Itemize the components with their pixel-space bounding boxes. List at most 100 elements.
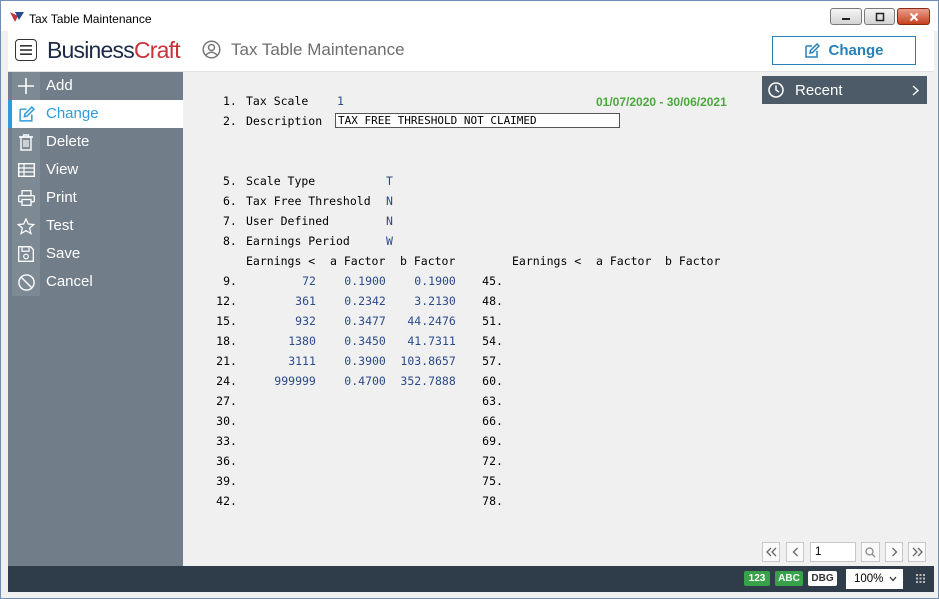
earnings-cell[interactable]: 999999 [274,374,316,388]
sidebar-item-test[interactable]: Test [8,212,183,240]
chevron-left-icon [792,547,798,557]
a-factor-cell[interactable]: 0.4700 [344,374,386,388]
row-number: 33. [216,434,237,448]
chevron-down-icon [889,576,897,582]
last-page-button[interactable] [908,542,926,562]
right-row-number: 66. [482,414,503,428]
left-header-earnings: Earnings < [246,254,316,268]
earnings-cell[interactable]: 361 [295,294,316,308]
chevron-right-icon [891,547,897,557]
sidebar: Add Change Delete View Print Test Save C… [8,72,183,566]
printer-icon [12,184,40,212]
right-row-number: 69. [482,434,503,448]
field-num-tax-scale: 1. [223,94,237,108]
row-number: 27. [216,394,237,408]
a-factor-cell[interactable]: 0.2342 [344,294,386,308]
sidebar-item-save[interactable]: Save [8,240,183,268]
a-factor-cell[interactable]: 0.3477 [344,314,386,328]
first-page-button[interactable] [762,542,780,562]
right-row-number: 60. [482,374,503,388]
row-number: 24. [216,374,237,388]
grid-icon[interactable] [916,574,925,583]
star-icon [12,212,40,240]
description-input[interactable]: TAX FREE THRESHOLD NOT CLAIMED [335,113,620,128]
row-number: 42. [216,494,237,508]
debug-badge[interactable]: DBG [808,571,837,586]
sidebar-item-view[interactable]: View [8,156,183,184]
a-factor-cell[interactable]: 0.3900 [344,354,386,368]
b-factor-cell[interactable]: 0.1900 [414,274,456,288]
right-row-number: 51. [482,314,503,328]
a-factor-cell[interactable]: 0.1900 [344,274,386,288]
right-row-number: 63. [482,394,503,408]
row-number: 18. [216,334,237,348]
row-number: 36. [216,454,237,468]
brand-name-part1: Business [47,37,135,63]
sidebar-item-cancel[interactable]: Cancel [8,268,183,296]
close-icon [909,12,918,21]
zoom-select[interactable]: 100% [846,569,903,589]
sidebar-item-label: View [46,161,79,178]
earnings-cell[interactable]: 932 [295,314,316,328]
app-header: BusinessCraft Tax Table Maintenance Chan… [8,31,934,72]
search-icon [865,546,876,557]
b-factor-cell[interactable]: 41.7311 [407,334,455,348]
previous-page-button[interactable] [786,542,804,562]
maximize-button[interactable] [864,8,895,25]
tax-scale-label: Tax Scale [246,94,309,108]
right-row-number: 72. [482,454,503,468]
field-num-tax-free-threshold: 6. [223,194,237,208]
sidebar-item-delete[interactable]: Delete [8,128,183,156]
sidebar-item-label: Print [46,189,77,206]
sidebar-item-label: Add [46,77,73,94]
page-number-input[interactable]: 1 [810,542,856,562]
earnings-period-value[interactable]: W [386,234,393,248]
sidebar-item-print[interactable]: Print [8,184,183,212]
b-factor-cell[interactable]: 103.8657 [400,354,455,368]
b-factor-cell[interactable]: 352.7888 [400,374,455,388]
scale-type-value[interactable]: T [386,174,393,188]
b-factor-cell[interactable]: 44.2476 [407,314,455,328]
user-icon[interactable] [202,40,221,59]
sidebar-item-label: Test [46,217,74,234]
date-range: 01/07/2020 - 30/06/2021 [596,95,727,109]
user-defined-label: User Defined [246,214,330,228]
row-number: 30. [216,414,237,428]
sidebar-item-label: Delete [46,133,90,150]
earnings-cell[interactable]: 72 [302,274,316,288]
b-factor-cell[interactable]: 3.2130 [414,294,456,308]
field-num-scale-type: 5. [223,174,237,188]
numeric-mode-badge[interactable]: 123 [744,571,770,586]
minimize-button[interactable] [830,8,862,25]
a-factor-cell[interactable]: 0.3450 [344,334,386,348]
chevron-right-icon [912,85,919,96]
close-button[interactable] [897,8,930,25]
right-row-number: 57. [482,354,503,368]
zoom-value: 100% [854,573,884,585]
search-page-button[interactable] [861,542,880,562]
alpha-mode-badge[interactable]: ABC [775,571,803,586]
right-row-number: 54. [482,334,503,348]
row-number: 9. [223,274,237,288]
next-page-button[interactable] [885,542,903,562]
earnings-cell[interactable]: 3111 [288,354,316,368]
minimize-icon [842,17,850,20]
field-num-user-defined: 7. [223,214,237,228]
change-mode-button[interactable]: Change [772,36,916,65]
recent-panel-toggle[interactable]: Recent [762,76,927,104]
right-row-number: 48. [482,294,503,308]
tax-free-threshold-value[interactable]: N [386,194,393,208]
scale-type-label: Scale Type [246,174,316,188]
window-title: Tax Table Maintenance [29,12,152,26]
sidebar-item-label: Cancel [46,273,93,290]
double-chevron-right-icon [912,547,923,557]
sidebar-item-label: Change [46,105,99,122]
earnings-cell[interactable]: 1380 [288,334,316,348]
tax-scale-value[interactable]: 1 [337,94,344,108]
sidebar-item-change[interactable]: Change [8,100,183,128]
hamburger-menu-button[interactable] [15,39,37,61]
brand-name-part2: Craft [133,37,181,63]
user-defined-value[interactable]: N [386,214,393,228]
sidebar-item-add[interactable]: Add [8,72,183,100]
right-header-b-factor: b Factor [665,254,721,268]
